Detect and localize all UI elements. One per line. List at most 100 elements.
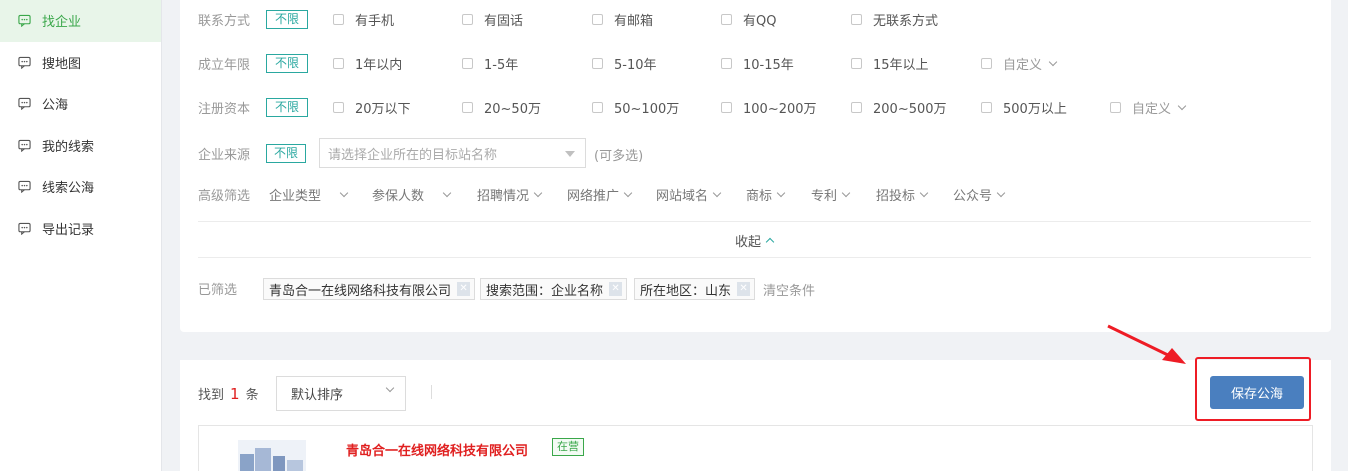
checkbox[interactable] xyxy=(851,58,862,69)
divider xyxy=(198,257,1311,258)
sidebar-item-public-sea[interactable]: 公海 xyxy=(0,83,161,125)
years-option-2[interactable]: 1-5年 xyxy=(462,54,518,73)
chat-bubble-icon xyxy=(18,56,31,69)
advanced-insured-count[interactable]: 参保人数 xyxy=(372,185,452,204)
option-label: 自定义 xyxy=(1132,102,1172,117)
close-icon[interactable]: ✕ xyxy=(609,282,623,296)
sort-select[interactable]: 默认排序 xyxy=(276,376,406,411)
chevron-up-icon xyxy=(765,237,775,247)
sidebar-item-my-leads[interactable]: 我的线索 xyxy=(0,125,161,167)
checkbox[interactable] xyxy=(721,58,732,69)
years-option-4[interactable]: 10-15年 xyxy=(721,54,794,73)
capital-option-5[interactable]: 200~500万 xyxy=(851,98,947,117)
checkbox[interactable] xyxy=(462,102,473,113)
sidebar-item-label: 找企业 xyxy=(42,15,82,31)
advanced-label: 招投标 xyxy=(876,189,916,204)
checkbox[interactable] xyxy=(721,102,732,113)
sidebar-item-label: 导出记录 xyxy=(42,222,95,238)
advanced-label: 商标 xyxy=(746,189,773,204)
contact-option-none[interactable]: 无联系方式 xyxy=(851,10,938,29)
capital-option-4[interactable]: 100~200万 xyxy=(721,98,817,117)
sidebar: 找企业 搜地图 公海 我的线索 线索公海 导出记录 xyxy=(0,0,162,471)
advanced-recruitment[interactable]: 招聘情况 xyxy=(477,185,543,204)
sidebar-item-lead-sea[interactable]: 线索公海 xyxy=(0,166,161,208)
sort-select-value: 默认排序 xyxy=(291,388,344,403)
collapse-toggle[interactable]: 收起 xyxy=(735,231,775,250)
years-option-3[interactable]: 5-10年 xyxy=(592,54,657,73)
checkbox[interactable] xyxy=(333,14,344,25)
capital-option-6[interactable]: 500万以上 xyxy=(981,98,1067,117)
option-label: 1-5年 xyxy=(484,58,519,73)
filter-row-source: 企业来源 不限 xyxy=(198,143,307,163)
checkbox[interactable] xyxy=(462,58,473,69)
advanced-trademark[interactable]: 商标 xyxy=(746,185,786,204)
no-limit-tag[interactable]: 不限 xyxy=(266,97,309,117)
filter-row-years: 成立年限 不限 xyxy=(198,53,332,73)
option-label: 自定义 xyxy=(1003,58,1043,73)
sidebar-item-find-company[interactable]: 找企业 xyxy=(0,0,161,42)
close-icon[interactable]: ✕ xyxy=(737,282,751,296)
checkbox[interactable] xyxy=(721,14,732,25)
option-label: 200~500万 xyxy=(873,102,947,117)
checkbox[interactable] xyxy=(592,102,603,113)
company-name-link[interactable]: 青岛合一在线网络科技有限公司 xyxy=(346,440,528,459)
contact-option-qq[interactable]: 有QQ xyxy=(721,10,776,29)
capital-option-2[interactable]: 20~50万 xyxy=(462,98,541,117)
checkbox[interactable] xyxy=(592,14,603,25)
source-select[interactable]: 请选择企业所在的目标站名称 xyxy=(319,138,586,168)
checkbox[interactable] xyxy=(1110,102,1121,113)
option-label: 15年以上 xyxy=(873,58,929,73)
filter-row-contact: 联系方式 不限 xyxy=(198,9,332,29)
chevron-down-icon xyxy=(776,188,786,197)
no-limit-tag[interactable]: 不限 xyxy=(266,143,307,163)
advanced-official-account[interactable]: 公众号 xyxy=(953,185,1006,204)
checkbox[interactable] xyxy=(851,14,862,25)
years-option-1[interactable]: 1年以内 xyxy=(333,54,402,73)
option-label: 有固话 xyxy=(484,14,524,29)
checkbox[interactable] xyxy=(333,102,344,113)
selected-chip-region: 所在地区：山东 ✕ xyxy=(634,278,756,300)
option-label: 20~50万 xyxy=(484,102,541,117)
checkbox[interactable] xyxy=(981,102,992,113)
result-count: 找到 1 条 xyxy=(198,384,259,404)
capital-option-3[interactable]: 50~100万 xyxy=(592,98,679,117)
contact-option-landline[interactable]: 有固话 xyxy=(462,10,523,29)
filter-label: 注册资本 xyxy=(198,101,251,117)
advanced-website-domain[interactable]: 网站域名 xyxy=(656,185,722,204)
option-label: 1年以内 xyxy=(355,58,403,73)
years-option-custom[interactable]: 自定义 xyxy=(981,54,1058,73)
chevron-down-icon xyxy=(1048,57,1058,66)
contact-option-mobile[interactable]: 有手机 xyxy=(333,10,394,29)
checkbox[interactable] xyxy=(592,58,603,69)
collapse-label: 收起 xyxy=(735,235,762,250)
sidebar-item-export-records[interactable]: 导出记录 xyxy=(0,208,161,250)
checkbox[interactable] xyxy=(981,58,992,69)
advanced-online-promotion[interactable]: 网络推广 xyxy=(567,185,633,204)
option-label: 有邮箱 xyxy=(614,14,654,29)
checkbox[interactable] xyxy=(851,102,862,113)
checkbox[interactable] xyxy=(333,58,344,69)
option-label: 无联系方式 xyxy=(873,14,939,29)
checkbox[interactable] xyxy=(462,14,473,25)
advanced-bidding[interactable]: 招投标 xyxy=(876,185,929,204)
chip-label: 搜索范围：企业名称 xyxy=(486,283,604,299)
sidebar-item-label: 线索公海 xyxy=(42,181,95,197)
option-label: 有QQ xyxy=(743,14,777,29)
no-limit-tag[interactable]: 不限 xyxy=(266,53,309,73)
no-limit-tag[interactable]: 不限 xyxy=(266,9,309,29)
advanced-company-type[interactable]: 企业类型 xyxy=(269,185,349,204)
chat-bubble-icon xyxy=(18,139,31,152)
save-public-sea-button[interactable]: 保存公海 xyxy=(1210,376,1304,409)
capital-option-custom[interactable]: 自定义 xyxy=(1110,98,1187,117)
years-option-5[interactable]: 15年以上 xyxy=(851,54,929,73)
advanced-patent[interactable]: 专利 xyxy=(811,185,851,204)
sidebar-item-label: 搜地图 xyxy=(42,56,82,72)
close-icon[interactable]: ✕ xyxy=(457,282,471,296)
clear-conditions-link[interactable]: 清空条件 xyxy=(763,280,815,299)
option-label: 20万以下 xyxy=(355,102,411,117)
contact-option-email[interactable]: 有邮箱 xyxy=(592,10,653,29)
capital-option-1[interactable]: 20万以下 xyxy=(333,98,411,117)
chevron-down-icon xyxy=(385,383,395,393)
status-badge: 在营 xyxy=(552,438,584,456)
sidebar-item-search-map[interactable]: 搜地图 xyxy=(0,42,161,84)
